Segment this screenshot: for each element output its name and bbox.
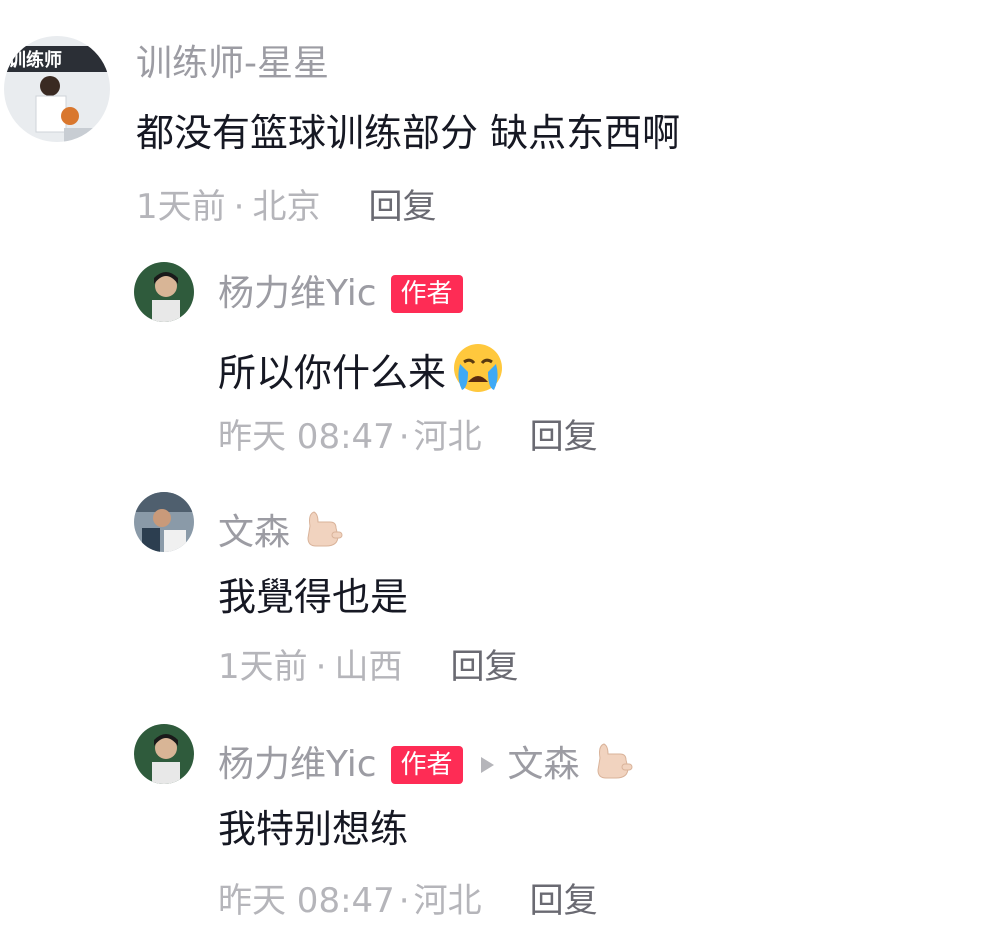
comment-1-meta: 1天前 · 北京 回复 <box>136 186 436 228</box>
comment-4-username[interactable]: 杨力维Yic 作者 文森 <box>218 734 636 795</box>
location: 北京 <box>252 187 321 227</box>
comment-text: 都没有篮球训练部分 缺点东西啊 <box>136 111 681 155</box>
svg-text:训练师: 训练师 <box>8 49 62 71</box>
comment-text: 我覺得也是 <box>218 575 409 619</box>
avatar-trainer[interactable]: 训练师 <box>4 36 110 142</box>
avatar-wensen[interactable] <box>134 492 194 552</box>
separator: · <box>315 647 327 687</box>
comment-text: 我特别想练 <box>218 807 409 851</box>
username-text: 训练师-星星 <box>136 43 329 84</box>
comment-3-meta: 1天前 · 山西 回复 <box>218 646 518 688</box>
comment-2: 杨力维Yic 作者 所以你什么来 昨天 08:47 · 河北 回复 <box>0 240 984 470</box>
comment-4-meta: 昨天 08:47 · 河北 回复 <box>218 880 598 922</box>
call-me-hand-icon <box>296 502 346 563</box>
comment-3-text: 我覺得也是 <box>218 574 408 620</box>
comment-2-meta: 昨天 08:47 · 河北 回复 <box>218 416 598 458</box>
comment-2-username[interactable]: 杨力维Yic 作者 <box>218 272 463 316</box>
timestamp: 1天前 <box>218 647 308 687</box>
reply-to-arrow-icon <box>480 756 494 773</box>
location: 河北 <box>413 417 482 457</box>
separator: · <box>398 417 410 457</box>
username-text: 文森 <box>218 511 291 553</box>
reply-to-user[interactable]: 文森 <box>508 743 580 787</box>
call-me-hand-icon <box>586 734 636 795</box>
separator: · <box>398 881 410 921</box>
comment-3: 文森 我覺得也是 1天前 · 山西 回复 <box>0 470 984 700</box>
comment-2-text: 所以你什么来 <box>218 342 506 404</box>
avatar-author[interactable] <box>134 262 194 322</box>
timestamp: 昨天 08:47 <box>218 881 395 921</box>
location: 山西 <box>334 647 403 687</box>
comment-1-text: 都没有篮球训练部分 缺点东西啊 <box>136 110 680 156</box>
reply-button[interactable]: 回复 <box>450 646 518 688</box>
comment-1-username[interactable]: 训练师-星星 <box>136 42 329 86</box>
comment-4: 杨力维Yic 作者 文森 我特别想练 昨天 08:47 · 河北 回复 <box>0 700 984 944</box>
timestamp: 1天前 <box>136 187 226 227</box>
loudly-crying-face-icon <box>450 342 506 404</box>
comment-1: 训练师 训练师-星星 都没有篮球训练部分 缺点东西啊 1天前 · 北京 回复 <box>0 0 984 240</box>
reply-button[interactable]: 回复 <box>368 186 436 228</box>
reply-button[interactable]: 回复 <box>530 416 598 458</box>
author-badge: 作者 <box>390 745 463 784</box>
author-badge: 作者 <box>390 275 463 313</box>
separator: · <box>233 187 245 227</box>
location: 河北 <box>413 881 482 921</box>
comment-4-text: 我特别想练 <box>218 806 408 852</box>
username-text: 杨力维Yic <box>218 273 377 314</box>
timestamp: 昨天 08:47 <box>218 417 395 457</box>
comment-text: 所以你什么来 <box>218 351 447 395</box>
username-text: 杨力维Yic <box>218 743 377 785</box>
comment-3-username[interactable]: 文森 <box>218 502 346 563</box>
reply-button[interactable]: 回复 <box>530 880 598 922</box>
avatar-author[interactable] <box>134 724 194 784</box>
